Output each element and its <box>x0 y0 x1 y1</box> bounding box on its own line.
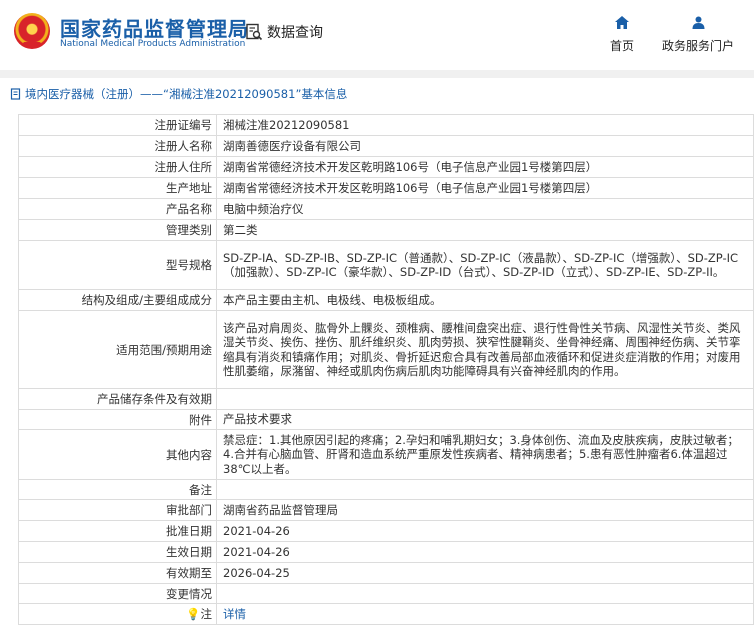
field-value: 产品技术要求 <box>216 409 754 430</box>
national-emblem-logo <box>14 13 50 49</box>
nav-home[interactable]: 首页 <box>605 16 639 54</box>
field-value: 2026-04-25 <box>216 562 754 584</box>
field-label: 注册人名称 <box>18 135 217 157</box>
home-icon <box>615 16 629 29</box>
field-label: 变更情况 <box>18 583 217 604</box>
note-label-cell: 💡注 <box>18 603 217 625</box>
field-value: SD-ZP-IA、SD-ZP-IB、SD-ZP-IC（普通款）、SD-ZP-IC… <box>216 240 754 290</box>
field-label: 注册证编号 <box>18 114 217 136</box>
lightbulb-icon: 💡 <box>186 607 201 621</box>
nav-gov-label: 政务服务门户 <box>661 39 734 53</box>
field-value: 第二类 <box>216 219 754 241</box>
table-row: 注册证编号 湘械注准20212090581 <box>18 114 754 136</box>
nav-home-label: 首页 <box>609 39 634 53</box>
table-row: 批准日期 2021-04-26 <box>18 520 754 542</box>
field-value: 湖南省药品监督管理局 <box>216 499 754 521</box>
header-divider <box>0 70 754 78</box>
field-value: 该产品对肩周炎、肱骨外上髁炎、颈椎病、腰椎间盘突出症、退行性骨性关节病、风湿性关… <box>216 310 754 389</box>
field-label: 产品储存条件及有效期 <box>18 388 217 410</box>
detail-table: 注册证编号 湘械注准20212090581 注册人名称 湖南善德医疗设备有限公司 注… <box>18 114 754 625</box>
site-subtitle: National Medical Products Administration <box>60 39 246 49</box>
field-label: 有效期至 <box>18 562 217 584</box>
field-label: 附件 <box>18 409 217 430</box>
field-label: 备注 <box>18 479 217 500</box>
site-title[interactable]: 国家药品监督管理局 <box>60 13 249 42</box>
field-label: 批准日期 <box>18 520 217 542</box>
table-row: 注册人名称 湖南善德医疗设备有限公司 <box>18 135 754 157</box>
field-value: 禁忌症：1.其他原因引起的疼痛；2.孕妇和哺乳期妇女；3.身体创伤、流血及皮肤疾… <box>216 429 754 480</box>
field-value: 电脑中频治疗仪 <box>216 198 754 220</box>
document-icon <box>10 88 21 100</box>
field-label: 型号规格 <box>18 240 217 290</box>
field-value: 湘械注准20212090581 <box>216 114 754 136</box>
search-document-icon <box>245 23 263 41</box>
table-row: 生效日期 2021-04-26 <box>18 541 754 563</box>
field-label: 结构及组成/主要组成成分 <box>18 289 217 311</box>
table-row: 有效期至 2026-04-25 <box>18 562 754 584</box>
field-label: 管理类别 <box>18 219 217 241</box>
table-row: 备注 <box>18 479 754 500</box>
table-row: 产品储存条件及有效期 <box>18 388 754 410</box>
field-value: 2021-04-26 <box>216 520 754 542</box>
table-row: 产品名称 电脑中频治疗仪 <box>18 198 754 220</box>
table-row: 审批部门 湖南省药品监督管理局 <box>18 499 754 521</box>
table-row: 生产地址 湖南省常德经济技术开发区乾明路106号（电子信息产业园1号楼第四层） <box>18 177 754 199</box>
field-value: 2021-04-26 <box>216 541 754 563</box>
table-row: 其他内容 禁忌症：1.其他原因引起的疼痛；2.孕妇和哺乳期妇女；3.身体创伤、流血… <box>18 429 754 480</box>
nav-gov-service-portal[interactable]: 政务服务门户 <box>660 16 736 54</box>
user-icon <box>692 16 704 29</box>
field-value: 本产品主要由主机、电极线、电极板组成。 <box>216 289 754 311</box>
field-value: 湖南省常德经济技术开发区乾明路106号（电子信息产业园1号楼第四层） <box>216 156 754 178</box>
table-row: 注册人住所 湖南省常德经济技术开发区乾明路106号（电子信息产业园1号楼第四层） <box>18 156 754 178</box>
data-query-label: 数据查询 <box>267 25 323 41</box>
field-label: 注册人住所 <box>18 156 217 178</box>
field-label: 生产地址 <box>18 177 217 199</box>
table-row: 附件 产品技术要求 <box>18 409 754 430</box>
breadcrumb-text: 境内医疗器械（注册）——“湘械注准20212090581”基本信息 <box>25 87 348 101</box>
field-label: 产品名称 <box>18 198 217 220</box>
table-row: 适用范围/预期用途 该产品对肩周炎、肱骨外上髁炎、颈椎病、腰椎间盘突出症、退行性骨… <box>18 310 754 389</box>
table-row: 💡注 详情 <box>18 603 754 625</box>
table-row: 管理类别 第二类 <box>18 219 754 241</box>
field-value: 湖南省常德经济技术开发区乾明路106号（电子信息产业园1号楼第四层） <box>216 177 754 199</box>
table-row: 结构及组成/主要组成成分 本产品主要由主机、电极线、电极板组成。 <box>18 289 754 311</box>
table-row: 变更情况 <box>18 583 754 604</box>
field-label: 生效日期 <box>18 541 217 563</box>
field-value: 湖南善德医疗设备有限公司 <box>216 135 754 157</box>
field-label: 审批部门 <box>18 499 217 521</box>
field-value: 详情 <box>216 603 754 625</box>
site-header: 国家药品监督管理局 National Medical Products Admi… <box>0 0 754 68</box>
field-value <box>216 583 754 604</box>
field-value <box>216 388 754 410</box>
details-link[interactable]: 详情 <box>223 607 246 621</box>
field-label: 注 <box>200 607 213 621</box>
breadcrumb: 境内医疗器械（注册）——“湘械注准20212090581”基本信息 <box>10 84 754 104</box>
field-label: 适用范围/预期用途 <box>18 310 217 389</box>
table-row: 型号规格 SD-ZP-IA、SD-ZP-IB、SD-ZP-IC（普通款）、SD-Z… <box>18 240 754 290</box>
field-value <box>216 479 754 500</box>
data-query-link[interactable]: 数据查询 <box>245 22 323 42</box>
field-label: 其他内容 <box>18 429 217 480</box>
